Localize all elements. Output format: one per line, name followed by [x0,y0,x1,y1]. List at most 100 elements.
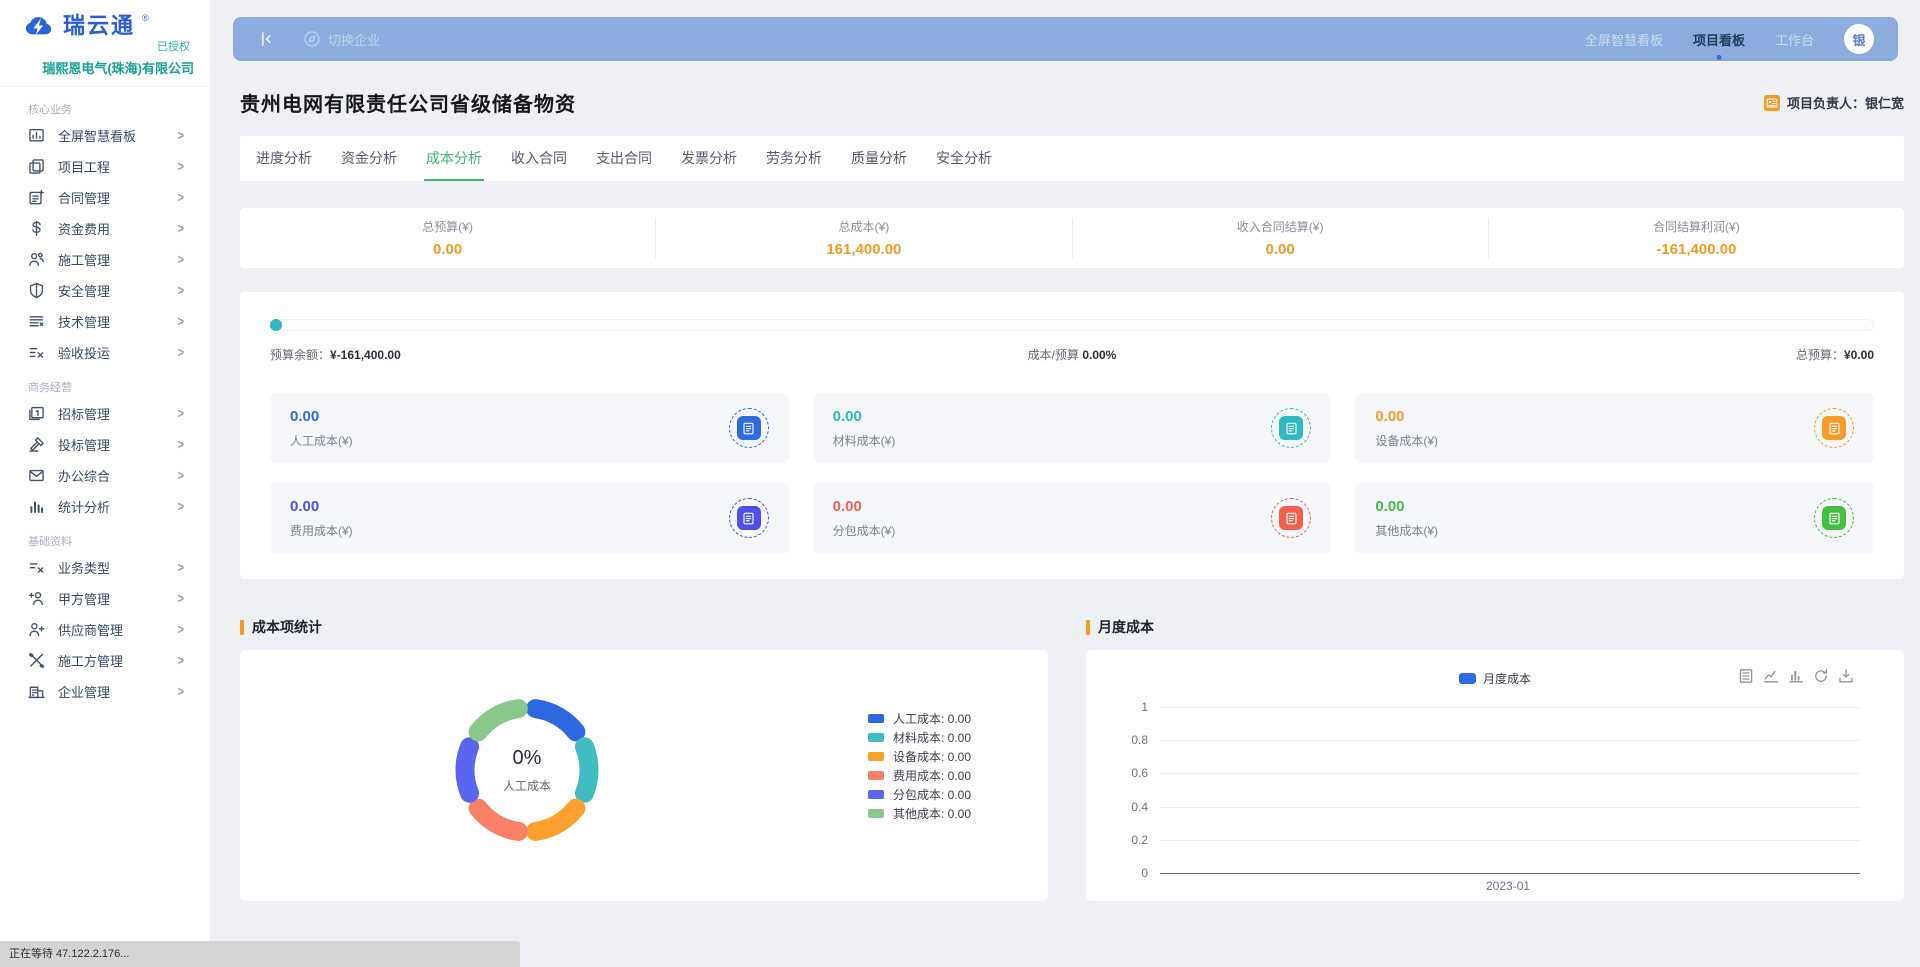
chevron-right-icon: > [178,221,184,236]
chevron-right-icon: > [178,653,184,668]
sidebar-item-label: 全屏智慧看板 [58,126,136,145]
tile-label: 设备成本(¥) [1375,432,1438,449]
tile-cost-icon [1814,498,1854,538]
summary-value: 0.00 [240,241,655,258]
active-dot [1716,55,1721,60]
legend-text: 分包成本: 0.00 [893,786,971,803]
donut-segment-5[interactable] [465,747,470,793]
sidebar-item-office[interactable]: 办公综合> [0,460,210,491]
sidebar-item-tech[interactable]: 技术管理> [0,306,210,337]
chevron-right-icon: > [178,684,184,699]
legend-swatch [868,752,884,761]
topbar-nav-item[interactable]: 项目看板 [1693,30,1745,49]
sidebar-item-dashboard[interactable]: 全屏智慧看板> [0,120,210,151]
sidebar-item-stats[interactable]: 统计分析> [0,491,210,522]
dashboard-icon [28,127,45,144]
user-avatar[interactable]: 银 [1844,24,1874,54]
tab-7[interactable]: 劳务分析 [764,136,824,181]
sidebar-item-money[interactable]: 资金费用 > [0,213,210,244]
y-tick-label: 0.6 [1088,766,1148,780]
tile-label: 材料成本(¥) [833,432,896,449]
sidebar-item-project[interactable]: 项目工程> [0,151,210,182]
document-icon [737,416,761,440]
sidebar-section-label: 商务经营 [0,378,210,398]
budget-balance-value: ¥-161,400.00 [330,348,401,362]
summary-col: 总预算(¥) 0.00 [240,218,656,258]
donut-chart [441,684,613,856]
tab-bar: 进度分析资金分析成本分析收入合同支出合同发票分析劳务分析质量分析安全分析 [240,136,1904,181]
cost-tile: 0.00材料成本(¥) [813,393,1332,463]
gridline [1160,840,1860,841]
cost-tile: 0.00其他成本(¥) [1355,483,1874,553]
content: 贵州电网有限责任公司省级储备物资 项目负责人：银仁宽 进度分析资金分析成本分析收… [210,88,1920,901]
collapse-sidebar-button[interactable] [257,30,275,48]
sidebar-item-label: 施工方管理 [58,651,123,670]
tab-2[interactable]: 资金分析 [339,136,399,181]
donut-segment-6[interactable] [478,709,518,732]
legend-item[interactable]: 设备成本: 0.00 [868,747,971,766]
tab-6[interactable]: 发票分析 [679,136,739,181]
logo-icon [22,12,56,40]
sidebar-item-business[interactable]: 业务类型> [0,552,210,583]
tile-label: 分包成本(¥) [833,522,896,539]
switch-company-button[interactable]: 切换企业 [303,30,380,49]
sidebar-item-tender[interactable]: 投标管理> [0,429,210,460]
topbar-nav-item[interactable]: 工作台 [1775,30,1814,49]
line-chart-card: 月度成本 00.20.40.60.812023-01 [1086,650,1904,901]
sidebar-item-label: 验收投运 [58,343,110,362]
bid-icon [28,405,45,422]
tile-text: 0.00 分包成本(¥) [833,498,896,539]
donut-chart-card: 0% 人工成本 人工成本: 0.00材料成本: 0.00设备成本: 0.00费用… [240,650,1048,901]
sidebar-item-supplier[interactable]: 供应商管理> [0,614,210,645]
sidebar-item-client[interactable]: 甲方管理> [0,583,210,614]
cost-items-section: 成本项统计 0% 人工成本 人工成本: 0.00材料成本: 0.00设备成本: … [240,617,1048,901]
sidebar-section: 核心业务全屏智慧看板>项目工程>合同管理>资金费用>施工管理>安全管理>技术管理… [0,100,210,368]
budget-progress-fill [270,319,282,331]
legend-item[interactable]: 材料成本: 0.00 [868,728,971,747]
donut-segment-1[interactable] [536,709,576,732]
legend-item[interactable]: 其他成本: 0.00 [868,804,971,823]
summary-label: 总预算(¥) [240,218,655,235]
tile-label: 费用成本(¥) [290,522,353,539]
chevron-right-icon: > [178,190,184,205]
sidebar-item-acceptance[interactable]: 验收投运> [0,337,210,368]
y-tick-label: 0.4 [1088,800,1148,814]
tab-3[interactable]: 成本分析 [424,136,484,181]
title-row: 贵州电网有限责任公司省级储备物资 项目负责人：银仁宽 [240,88,1904,117]
brand-name: 瑞云通 [63,12,135,40]
sidebar-item-label: 资金费用 [58,219,110,238]
tender-icon [28,436,45,453]
legend-item[interactable]: 费用成本: 0.00 [868,766,971,785]
sidebar-item-bid[interactable]: 招标管理> [0,398,210,429]
sidebar-nav: 核心业务全屏智慧看板>项目工程>合同管理>资金费用>施工管理>安全管理>技术管理… [0,87,210,707]
tile-value: 0.00 [833,498,896,515]
tab-9[interactable]: 安全分析 [934,136,994,181]
project-manager-label: 项目负责人：银仁宽 [1787,93,1904,112]
sidebar-item-contract[interactable]: 合同管理> [0,182,210,213]
summary-value: 161,400.00 [656,241,1071,258]
tab-4[interactable]: 收入合同 [509,136,569,181]
tile-cost-icon [729,408,769,448]
donut-segment-4[interactable] [478,808,518,831]
builder-icon [28,652,45,669]
summary-label: 收入合同结算(¥) [1073,218,1488,235]
legend-item[interactable]: 人工成本: 0.00 [868,709,971,728]
tab-8[interactable]: 质量分析 [849,136,909,181]
tab-1[interactable]: 进度分析 [254,136,314,181]
main-area: 切换企业 全屏智慧看板 项目看板 工作台 银 贵州电网有限责任公司省级储备物资 项目… [210,0,1920,949]
legend-text: 人工成本: 0.00 [893,710,971,727]
topbar-nav-item[interactable]: 全屏智慧看板 [1585,30,1663,49]
gridline [1160,707,1860,708]
summary-label: 总成本(¥) [656,218,1071,235]
chevron-right-icon: > [178,159,184,174]
donut-segment-3[interactable] [536,808,576,831]
sidebar-item-enterprise[interactable]: 企业管理> [0,676,210,707]
legend-item[interactable]: 分包成本: 0.00 [868,785,971,804]
sidebar-item-construction[interactable]: 施工管理> [0,244,210,275]
monthly-cost-section: 月度成本 月度成本 00.20.40.60.812023-01 [1086,617,1904,901]
sidebar-item-shield[interactable]: 安全管理> [0,275,210,306]
tab-5[interactable]: 支出合同 [594,136,654,181]
sidebar-item-builder[interactable]: 施工方管理 > [0,645,210,676]
donut-segment-2[interactable] [584,747,589,793]
tile-value: 0.00 [1375,498,1438,515]
